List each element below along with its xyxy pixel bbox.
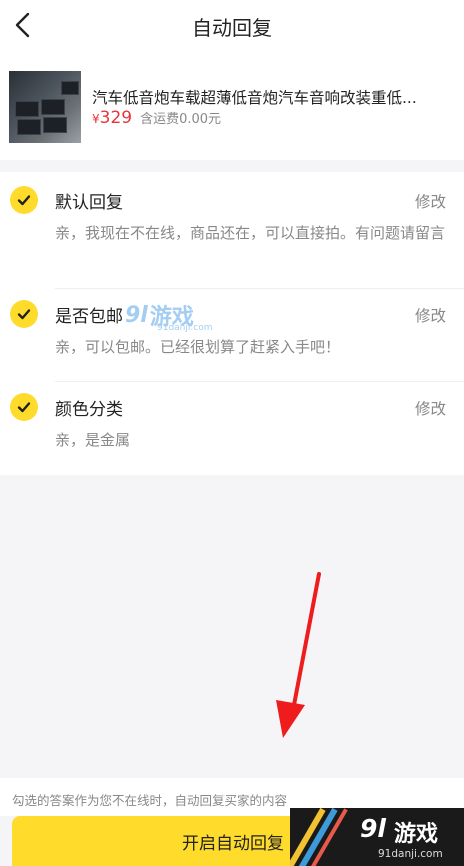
product-price: 329 (99, 108, 133, 128)
divider (55, 381, 464, 382)
price-row: ¥329 含运费0.00元 (92, 108, 221, 128)
product-thumbnail (9, 71, 81, 143)
reply-title: 默认回复 (55, 193, 123, 213)
reply-title: 是否包邮 (55, 307, 123, 327)
edit-button[interactable]: 修改 (415, 190, 446, 212)
watermark-center: 9l 游戏 91danji.com (125, 299, 212, 334)
page-title: 自动回复 (192, 16, 272, 40)
nav-bar: 自动回复 (0, 0, 464, 50)
reply-title: 颜色分类 (55, 400, 123, 420)
watermark-corner: 9l 游戏 91danji.com (290, 808, 464, 866)
edit-button[interactable]: 修改 (415, 304, 446, 326)
checkmark-icon[interactable] (10, 186, 38, 214)
currency-symbol: ¥ (92, 112, 100, 126)
product-title: 汽车低音炮车载超薄低音炮汽车音响改装重低... (92, 89, 417, 107)
reply-content: 亲，是金属 (55, 431, 131, 449)
watermark-site: 91danji.com (157, 323, 213, 333)
shipping-info: 含运费0.00元 (140, 112, 222, 127)
auto-reply-list: 默认回复 修改 亲，我现在不在线，商品还在，可以直接拍。有问题请留言 是否包邮 … (0, 172, 464, 475)
reply-content: 亲，我现在不在线，商品还在，可以直接拍。有问题请留言 (55, 224, 446, 242)
divider (55, 288, 464, 289)
product-card[interactable]: 汽车低音炮车载超薄低音炮汽车音响改装重低... ¥329 含运费0.00元 (0, 50, 464, 160)
watermark-corner-name: 游戏 (394, 822, 439, 847)
watermark-corner-site: 91danji.com (378, 848, 443, 860)
checkmark-icon[interactable] (10, 393, 38, 421)
reply-content: 亲，可以包邮。已经很划算了赶紧入手吧！ (55, 338, 341, 356)
checkmark-icon[interactable] (10, 300, 38, 328)
watermark-corner-logo: 9l (360, 814, 386, 843)
edit-button[interactable]: 修改 (415, 397, 446, 419)
watermark-logo: 9l (125, 302, 148, 328)
